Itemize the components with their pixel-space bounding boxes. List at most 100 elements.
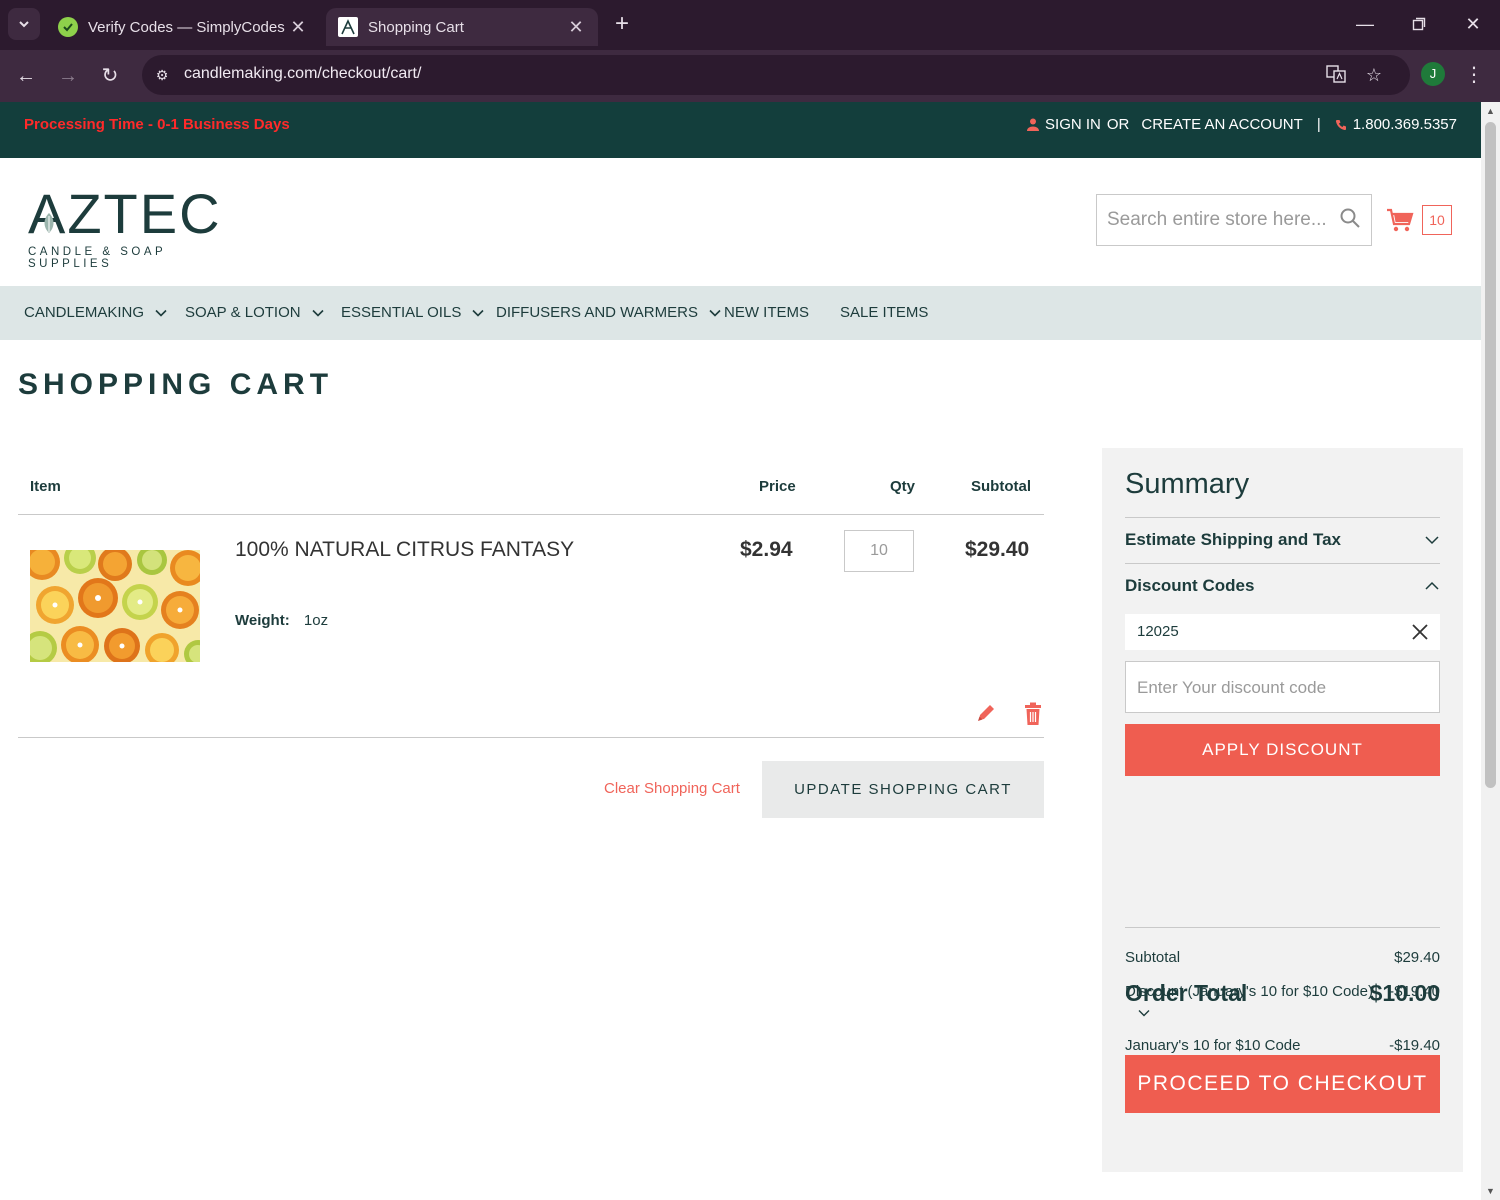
summary-divider bbox=[1125, 927, 1440, 928]
column-header-price: Price bbox=[759, 478, 796, 495]
column-header-subtotal: Subtotal bbox=[971, 478, 1031, 495]
tab-close-icon[interactable]: ✕ bbox=[566, 17, 586, 38]
chevron-up-icon bbox=[1425, 581, 1439, 590]
discount-detail-value: -$19.40 bbox=[1389, 1037, 1440, 1054]
create-account-link[interactable]: CREATE AN ACCOUNT bbox=[1141, 116, 1302, 133]
scroll-up-arrow-icon[interactable]: ▲ bbox=[1485, 106, 1496, 116]
logo-wordmark: AZTEC bbox=[28, 182, 222, 245]
new-tab-button[interactable]: + bbox=[608, 10, 636, 38]
update-cart-button[interactable]: UPDATE SHOPPING CART bbox=[762, 761, 1044, 818]
citrus-slices-image bbox=[30, 550, 200, 662]
discount-detail-row: January's 10 for $10 Code -$19.40 bbox=[1125, 1037, 1440, 1054]
nav-item-label: SALE ITEMS bbox=[840, 304, 929, 321]
item-subtotal: $29.40 bbox=[965, 538, 1030, 561]
summary-title: Summary bbox=[1125, 468, 1250, 500]
account-links: SIGN IN OR CREATE AN ACCOUNT | 1.800.369… bbox=[1027, 116, 1457, 133]
translate-icon[interactable] bbox=[1325, 64, 1347, 86]
clear-cart-link[interactable]: Clear Shopping Cart bbox=[604, 780, 740, 797]
user-icon bbox=[1027, 118, 1040, 131]
column-header-item: Item bbox=[30, 478, 61, 495]
discount-code-input[interactable] bbox=[1137, 676, 1427, 700]
url-text: candlemaking.com/checkout/cart/ bbox=[184, 65, 422, 82]
nav-item-label: DIFFUSERS AND WARMERS bbox=[496, 304, 698, 321]
apply-discount-button[interactable]: APPLY DISCOUNT bbox=[1125, 724, 1440, 776]
subtotal-row: Subtotal $29.40 bbox=[1125, 949, 1440, 966]
tab-search-button[interactable] bbox=[8, 8, 40, 40]
nav-item-sale-items[interactable]: SALE ITEMS bbox=[840, 286, 928, 340]
applied-code-text: 12025 bbox=[1137, 623, 1179, 640]
discount-expand-chevron-icon[interactable] bbox=[1137, 1006, 1151, 1020]
search-input[interactable] bbox=[1107, 207, 1335, 233]
remove-code-close-icon[interactable] bbox=[1410, 622, 1430, 642]
sign-in-link[interactable]: SIGN IN bbox=[1045, 116, 1101, 133]
trash-icon[interactable] bbox=[1023, 702, 1043, 726]
aztec-favicon-icon bbox=[338, 17, 358, 37]
page-title: SHOPPING CART bbox=[18, 368, 334, 401]
minimize-icon[interactable]: — bbox=[1350, 10, 1380, 38]
simplycodes-favicon-icon bbox=[58, 17, 78, 37]
back-arrow-icon[interactable]: ← bbox=[12, 62, 40, 90]
nav-item-label: SOAP & LOTION bbox=[185, 304, 301, 321]
quantity-input[interactable]: 10 bbox=[844, 530, 914, 572]
item-price: $2.94 bbox=[740, 538, 793, 561]
discount-codes-toggle[interactable]: Discount Codes bbox=[1125, 576, 1440, 596]
applied-discount-code: 12025 bbox=[1125, 614, 1440, 650]
scroll-down-arrow-icon[interactable]: ▼ bbox=[1485, 1186, 1496, 1196]
site-settings-icon[interactable]: ⚙ bbox=[152, 65, 172, 85]
discount-codes-label: Discount Codes bbox=[1125, 576, 1255, 595]
leaf-icon bbox=[44, 213, 54, 233]
chevron-down-icon bbox=[312, 309, 324, 317]
table-header-divider bbox=[18, 514, 1044, 515]
address-bar[interactable]: ⚙ candlemaking.com/checkout/cart/ ☆ bbox=[142, 55, 1410, 95]
chevron-down-icon bbox=[1425, 536, 1439, 545]
web-page: Processing Time - 0-1 Business Days SIGN… bbox=[0, 102, 1481, 1200]
tab-verify-codes[interactable]: Verify Codes — SimplyCodes ✕ bbox=[46, 8, 320, 46]
cart-count-badge[interactable]: 10 bbox=[1422, 205, 1452, 235]
summary-divider bbox=[1125, 517, 1440, 518]
chevron-down-icon bbox=[19, 21, 29, 28]
page-scrollbar[interactable]: ▲ ▼ bbox=[1481, 102, 1500, 1200]
proceed-to-checkout-button[interactable]: PROCEED TO CHECKOUT bbox=[1125, 1055, 1440, 1113]
estimate-shipping-label: Estimate Shipping and Tax bbox=[1125, 530, 1341, 549]
chevron-down-icon bbox=[155, 309, 167, 317]
phone-number[interactable]: 1.800.369.5357 bbox=[1353, 116, 1457, 133]
order-total-value: $10.00 bbox=[1369, 980, 1440, 1006]
scrollbar-thumb[interactable] bbox=[1485, 122, 1496, 788]
order-total-row: Order Total $10.00 bbox=[1125, 980, 1440, 1007]
subtotal-value: $29.40 bbox=[1394, 949, 1440, 966]
tab-close-icon[interactable]: ✕ bbox=[288, 17, 308, 38]
search-box bbox=[1096, 194, 1372, 246]
browser-menu-icon[interactable]: ⋮ bbox=[1464, 62, 1484, 88]
tab-title: Shopping Cart bbox=[368, 18, 464, 36]
nav-item-candlemaking[interactable]: CANDLEMAKING bbox=[24, 286, 168, 340]
nav-item-label: NEW ITEMS bbox=[724, 304, 809, 321]
profile-avatar[interactable]: J bbox=[1421, 62, 1445, 86]
logo-tagline: CANDLE & SOAP SUPPLIES bbox=[28, 246, 166, 270]
column-header-qty: Qty bbox=[890, 478, 916, 495]
table-footer-divider bbox=[18, 737, 1044, 738]
cart-icon[interactable] bbox=[1386, 206, 1414, 234]
search-icon[interactable] bbox=[1339, 207, 1361, 229]
weight-label: Weight: bbox=[235, 612, 290, 629]
order-total-label: Order Total bbox=[1125, 980, 1248, 1006]
edit-pencil-icon[interactable] bbox=[975, 702, 997, 724]
nav-item-soap-lotion[interactable]: SOAP & LOTION bbox=[185, 286, 325, 340]
close-window-icon[interactable]: ✕ bbox=[1458, 10, 1488, 38]
product-thumbnail[interactable] bbox=[30, 550, 200, 662]
bookmark-star-icon[interactable]: ☆ bbox=[1363, 64, 1385, 86]
tab-shopping-cart[interactable]: Shopping Cart ✕ bbox=[326, 8, 598, 46]
product-option-weight: Weight: 1oz bbox=[235, 612, 328, 629]
nav-item-essential-oils[interactable]: ESSENTIAL OILS bbox=[341, 286, 485, 340]
or-text: OR bbox=[1106, 116, 1130, 133]
main-navigation: CANDLEMAKING SOAP & LOTION ESSENTIAL OIL… bbox=[0, 286, 1481, 340]
order-summary-panel: Summary Estimate Shipping and Tax Discou… bbox=[1102, 448, 1463, 1172]
restore-icon[interactable] bbox=[1404, 10, 1434, 38]
subtotal-label: Subtotal bbox=[1125, 949, 1181, 966]
forward-arrow-icon[interactable]: → bbox=[54, 62, 82, 90]
nav-item-diffusers-warmers[interactable]: DIFFUSERS AND WARMERS bbox=[496, 286, 722, 340]
estimate-shipping-toggle[interactable]: Estimate Shipping and Tax bbox=[1125, 530, 1440, 550]
aztec-logo[interactable]: AZTEC CANDLE & SOAP SUPPLIES bbox=[28, 182, 238, 271]
product-name-link[interactable]: 100% NATURAL CITRUS FANTASY bbox=[235, 538, 574, 562]
reload-icon[interactable]: ↻ bbox=[96, 62, 124, 90]
nav-item-new-items[interactable]: NEW ITEMS bbox=[724, 286, 809, 340]
